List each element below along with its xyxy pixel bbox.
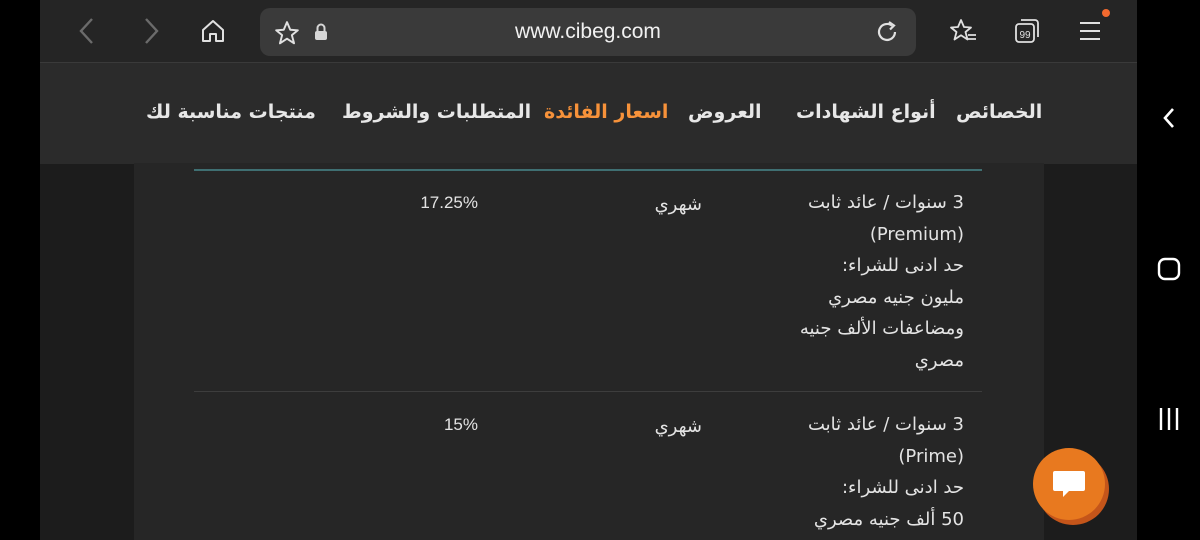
screen-edge (0, 0, 40, 540)
description-line: (Prime) (898, 445, 964, 467)
collapse-button[interactable] (1151, 100, 1187, 136)
chevron-right-icon (145, 18, 159, 44)
chat-bubble-icon (1053, 471, 1085, 497)
description-line: مصري (914, 349, 964, 371)
description-line: 50 ألف جنيه مصري (813, 508, 964, 530)
description-line: حد ادنى للشراء: (841, 477, 964, 498)
row-rate: 17.25% (420, 193, 478, 212)
nav-features[interactable]: الخصائص (956, 101, 1042, 123)
hamburger-menu-icon (1080, 22, 1100, 40)
recents-system-button[interactable] (1151, 401, 1187, 437)
browser-window: www.cibeg.com 99 الخصائص أنواع الشهادات … (40, 0, 1137, 540)
row-description: 3 سنوات / عائد ثابت (Prime) حد ادنى للشر… (764, 409, 964, 535)
reload-icon[interactable] (874, 19, 900, 49)
bookmarks-button[interactable] (946, 14, 980, 48)
bookmark-star-icon (950, 19, 976, 41)
menu-button[interactable] (1073, 14, 1107, 48)
nav-offers[interactable]: العروض (688, 101, 762, 123)
url-text: www.cibeg.com (515, 20, 661, 43)
chevron-left-icon (79, 18, 93, 44)
site-nav: الخصائص أنواع الشهادات العروض اسعار الفا… (40, 62, 1137, 164)
nav-certificate-types[interactable]: أنواع الشهادات (796, 101, 936, 123)
forward-button[interactable] (134, 14, 168, 48)
recents-icon (1159, 408, 1179, 430)
nav-suitable-products[interactable]: منتجات مناسبة لك (146, 101, 316, 123)
home-system-button[interactable] (1151, 251, 1187, 287)
row-rate: 15% (443, 415, 478, 434)
notification-dot (1102, 9, 1110, 17)
description-line: مليون جنيه مصري (828, 286, 964, 308)
chat-button[interactable] (1033, 448, 1105, 520)
description-line: 3 سنوات / عائد ثابت (807, 414, 964, 435)
tab-count: 99 (1019, 30, 1031, 41)
row-frequency: شهري (654, 416, 702, 437)
row-description: 3 سنوات / عائد ثابت (Premium) حد ادنى لل… (764, 187, 964, 376)
description-line: 3 سنوات / عائد ثابت (807, 192, 964, 213)
row-divider (194, 391, 982, 392)
description-line: ومضاعفات الألف جنيه (799, 318, 964, 339)
chevron-left-icon (1163, 108, 1174, 128)
back-button[interactable] (70, 14, 104, 48)
system-nav-bar (1137, 0, 1200, 540)
nav-interest-rates[interactable]: اسعار الفائدة (544, 101, 668, 123)
home-icon (202, 20, 224, 42)
tabs-icon: 99 (1015, 19, 1039, 43)
browser-toolbar: www.cibeg.com 99 (40, 0, 1137, 62)
address-bar[interactable]: www.cibeg.com (260, 8, 916, 56)
description-line: حد ادنى للشراء: (841, 255, 964, 276)
row-frequency: شهري (654, 194, 702, 215)
table-top-border (194, 169, 982, 171)
home-button[interactable] (196, 14, 230, 48)
description-line: (Premium) (869, 223, 964, 245)
rounded-square-icon (1157, 257, 1181, 281)
interest-rates-table: 3 سنوات / عائد ثابت (Premium) حد ادنى لل… (194, 163, 984, 540)
nav-requirements[interactable]: المتطلبات والشروط (342, 101, 531, 123)
tabs-button[interactable]: 99 (1010, 14, 1044, 48)
